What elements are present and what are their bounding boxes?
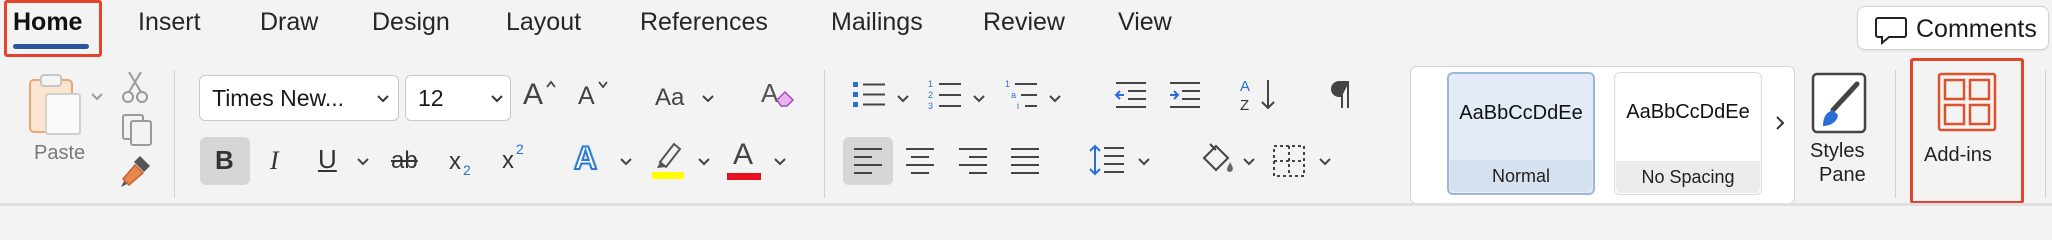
- tab-design[interactable]: Design: [372, 8, 450, 37]
- align-center-icon[interactable]: [905, 147, 935, 175]
- group-separator: [2045, 70, 2046, 198]
- copy-icon[interactable]: [120, 112, 154, 146]
- home-tab-highlight: [4, 0, 102, 57]
- styles-pane-label-line1: Styles: [1810, 140, 1865, 162]
- numbering-dropdown-icon[interactable]: [972, 94, 986, 104]
- group-separator: [824, 70, 825, 198]
- chevron-down-icon: [701, 94, 715, 104]
- svg-text:A: A: [761, 78, 779, 108]
- styles-pane-label-line2: Pane: [1819, 164, 1866, 186]
- addins-grid-icon: [1937, 72, 1997, 132]
- italic-button[interactable]: I: [270, 146, 279, 176]
- text-effects-button[interactable]: A: [573, 139, 598, 177]
- style-name: Normal: [1450, 160, 1592, 192]
- multilevel-dropdown-icon[interactable]: [1048, 94, 1062, 104]
- font-family-dropdown[interactable]: Times New...: [199, 75, 399, 121]
- bold-label: B: [215, 145, 234, 175]
- chevron-down-icon: [376, 94, 390, 104]
- font-color-label: A: [733, 138, 754, 171]
- tab-mailings[interactable]: Mailings: [831, 8, 923, 37]
- paste-label: Paste: [34, 142, 86, 164]
- grow-font-label: A: [523, 78, 544, 111]
- show-formatting-marks-icon[interactable]: [1330, 80, 1354, 110]
- change-case-label: Aa: [655, 84, 685, 111]
- underline-button[interactable]: U: [318, 144, 337, 175]
- comments-label: Comments: [1916, 15, 2037, 43]
- caret-down-icon: [597, 80, 609, 89]
- tab-references[interactable]: References: [640, 8, 768, 37]
- justify-icon[interactable]: [1010, 147, 1040, 175]
- style-preview: AaBbCcDdEe: [1626, 101, 1750, 123]
- group-separator: [1895, 70, 1896, 198]
- addins-button[interactable]: Add-ins: [1914, 62, 2020, 200]
- group-separator: [174, 70, 175, 198]
- styles-pane-button[interactable]: Styles Pane: [1805, 70, 1875, 204]
- bold-button[interactable]: B: [200, 137, 250, 185]
- clear-formatting-icon[interactable]: A: [759, 78, 795, 112]
- svg-text:1: 1: [928, 79, 933, 89]
- font-size-value: 12: [418, 85, 444, 111]
- font-size-dropdown[interactable]: 12: [405, 75, 511, 121]
- style-normal[interactable]: AaBbCcDdEe Normal: [1447, 72, 1595, 195]
- gallery-next-icon[interactable]: [1775, 115, 1785, 131]
- paste-dropdown-icon[interactable]: [90, 92, 104, 102]
- chevron-down-icon: [490, 94, 504, 104]
- svg-text:1: 1: [1005, 79, 1010, 89]
- styles-pane-icon: [1811, 72, 1869, 136]
- shading-icon[interactable]: [1200, 142, 1236, 176]
- align-left-icon: [853, 147, 883, 175]
- tab-draw[interactable]: Draw: [260, 8, 318, 37]
- font-color-swatch: [727, 173, 761, 180]
- caret-up-icon: [545, 80, 557, 88]
- paste-icon[interactable]: [26, 72, 84, 136]
- svg-text:A: A: [1240, 78, 1250, 95]
- svg-text:2: 2: [928, 90, 933, 100]
- subscript-label: x: [449, 148, 461, 175]
- tab-review[interactable]: Review: [983, 8, 1065, 37]
- sort-icon[interactable]: A Z: [1240, 76, 1280, 114]
- shading-dropdown-icon[interactable]: [1242, 157, 1256, 167]
- shrink-font-label: A: [578, 82, 595, 110]
- multilevel-list-icon[interactable]: 1 a i: [1005, 78, 1039, 112]
- highlighter-icon[interactable]: [650, 138, 686, 180]
- style-name: No Spacing: [1616, 161, 1760, 193]
- style-preview: AaBbCcDdEe: [1459, 102, 1583, 124]
- decrease-indent-icon[interactable]: [1114, 80, 1148, 110]
- font-family-value: Times New...: [212, 85, 345, 111]
- text-effects-dropdown-icon[interactable]: [619, 157, 633, 167]
- align-right-icon[interactable]: [958, 147, 988, 175]
- svg-text:i: i: [1017, 101, 1019, 111]
- tab-layout[interactable]: Layout: [506, 8, 581, 37]
- align-left-button[interactable]: [843, 137, 893, 185]
- highlight-dropdown-icon[interactable]: [697, 157, 711, 167]
- borders-dropdown-icon[interactable]: [1318, 157, 1332, 167]
- tab-view[interactable]: View: [1118, 8, 1172, 37]
- svg-text:a: a: [1011, 90, 1016, 100]
- subscript-mark: 2: [463, 162, 471, 178]
- numbering-icon[interactable]: 1 2 3: [928, 78, 962, 112]
- ribbon-bottom-border: [0, 203, 2052, 206]
- font-color-dropdown-icon[interactable]: [773, 157, 787, 167]
- superscript-mark: 2: [516, 141, 524, 157]
- increase-indent-icon[interactable]: [1168, 80, 1202, 110]
- strikethrough-button[interactable]: ab: [391, 147, 418, 175]
- font-color-button[interactable]: A: [726, 138, 762, 182]
- bullets-dropdown-icon[interactable]: [896, 94, 910, 104]
- comments-button[interactable]: Comments: [1857, 6, 2049, 50]
- svg-text:3: 3: [928, 101, 933, 111]
- svg-text:Z: Z: [1240, 97, 1249, 114]
- line-spacing-icon[interactable]: [1089, 144, 1125, 176]
- tab-insert[interactable]: Insert: [138, 8, 201, 37]
- style-no-spacing[interactable]: AaBbCcDdEe No Spacing: [1614, 72, 1762, 195]
- borders-icon[interactable]: [1272, 144, 1306, 178]
- bullets-icon[interactable]: [852, 80, 886, 110]
- cut-icon[interactable]: [122, 70, 148, 104]
- addins-label: Add-ins: [1924, 144, 1992, 166]
- underline-dropdown-icon[interactable]: [356, 157, 370, 167]
- format-painter-icon[interactable]: [118, 153, 154, 189]
- comment-icon: [1874, 16, 1908, 46]
- superscript-label: x: [502, 147, 514, 174]
- line-spacing-dropdown-icon[interactable]: [1137, 157, 1151, 167]
